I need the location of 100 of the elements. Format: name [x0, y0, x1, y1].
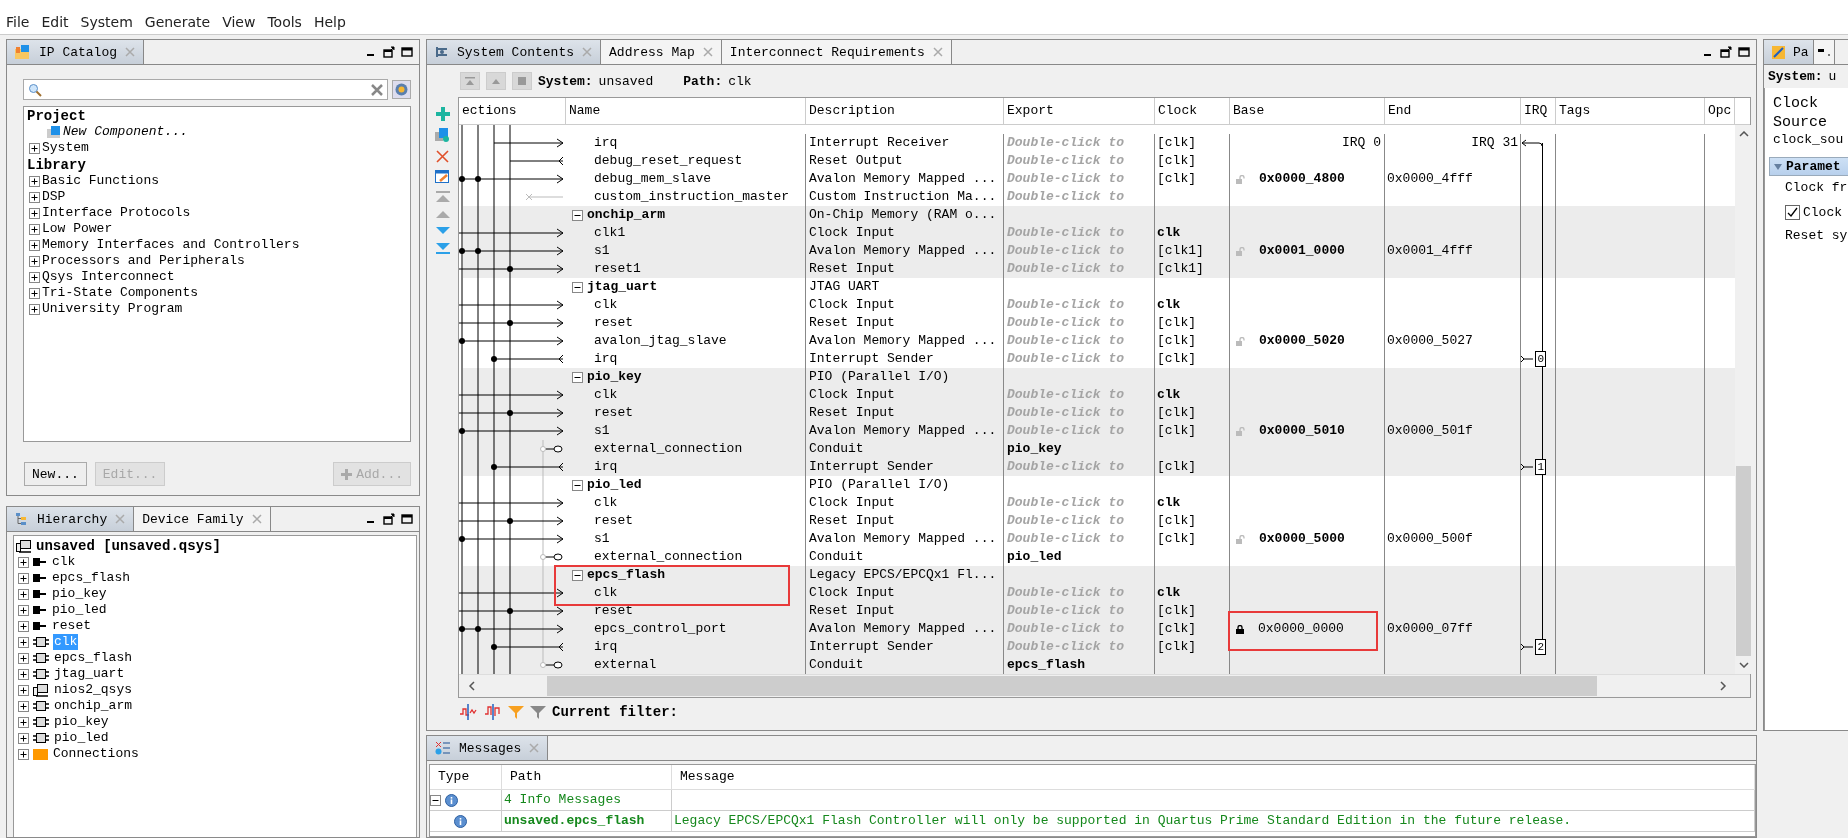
add-module-icon[interactable] — [435, 128, 450, 143]
export-name[interactable]: epcs_flash — [1007, 656, 1085, 674]
expand-icon[interactable] — [29, 175, 40, 187]
expand-icon[interactable] — [29, 142, 40, 154]
port-name[interactable]: external_connection — [594, 440, 743, 458]
tree-item[interactable]: pio_led — [51, 602, 108, 618]
irq-number[interactable]: 0 — [1535, 351, 1546, 367]
search-field[interactable] — [23, 79, 388, 100]
port-name[interactable]: debug_mem_slave — [594, 170, 712, 188]
scroll-up-icon[interactable] — [1738, 131, 1749, 137]
detach-icon[interactable] — [383, 46, 395, 58]
tree-item[interactable]: Processors and Peripherals — [42, 253, 245, 269]
clock-text[interactable]: [clk] — [1157, 314, 1196, 332]
port-name[interactable]: reset — [594, 314, 633, 332]
tree-item[interactable]: Basic Functions — [42, 173, 160, 189]
port-name[interactable]: irq — [594, 458, 618, 476]
port-name[interactable]: reset — [594, 602, 633, 620]
port-name[interactable]: reset1 — [594, 260, 641, 278]
expand-icon[interactable] — [29, 239, 40, 251]
expand-icon[interactable] — [29, 207, 40, 219]
expand-icon[interactable] — [18, 668, 29, 680]
expand-icon[interactable] — [18, 604, 29, 616]
port-name[interactable]: s1 — [594, 242, 610, 260]
panel-tab[interactable] — [1813, 40, 1835, 64]
column-header[interactable]: ections — [459, 98, 566, 124]
tree-item[interactable]: DSP — [42, 189, 66, 205]
column-header[interactable]: End — [1385, 98, 1521, 124]
delete-icon[interactable] — [436, 150, 449, 163]
signal-icon[interactable] — [484, 704, 502, 720]
panel-tab[interactable]: Address Map — [601, 40, 722, 64]
clock-text[interactable]: clk — [1157, 494, 1181, 512]
clock-text[interactable]: [clk1] — [1157, 242, 1204, 260]
column-header[interactable]: IRQ — [1521, 98, 1556, 124]
column-header[interactable]: Name — [566, 98, 806, 124]
tree-item[interactable]: pio_led — [53, 730, 110, 746]
export-name[interactable]: pio_led — [1007, 548, 1062, 566]
scroll-right-icon[interactable] — [1718, 681, 1728, 691]
port-name[interactable]: s1 — [594, 530, 610, 548]
panel-tab[interactable]: Hierarchy — [7, 507, 135, 531]
expand-icon[interactable] — [29, 191, 40, 203]
expand-icon[interactable] — [572, 209, 583, 221]
menu-item[interactable]: Tools — [265, 14, 304, 30]
base-address[interactable]: 0x0000_5000 — [1259, 530, 1345, 548]
clock-text[interactable]: [clk] — [1157, 620, 1196, 638]
move-down-icon[interactable] — [435, 226, 450, 235]
tree-item[interactable]: reset — [51, 618, 92, 634]
port-name[interactable]: epcs_control_port — [594, 620, 727, 638]
port-name[interactable]: external — [594, 656, 657, 674]
detach-icon[interactable] — [1720, 46, 1732, 58]
clock-text[interactable]: [clk] — [1157, 638, 1196, 656]
scroll-down-icon[interactable] — [1738, 662, 1749, 668]
menu-item[interactable]: Edit — [39, 14, 71, 30]
module-name[interactable]: pio_key — [587, 368, 642, 386]
port-name[interactable]: s1 — [594, 422, 610, 440]
tree-item[interactable]: nios2_qsys — [53, 682, 133, 698]
port-name[interactable]: irq — [594, 350, 618, 368]
tree-item[interactable]: New Component... — [63, 124, 188, 140]
column-header[interactable]: Tags — [1556, 98, 1705, 124]
clock-text[interactable]: [clk] — [1157, 332, 1196, 350]
expand-icon[interactable] — [18, 700, 29, 712]
clock-text[interactable]: [clk] — [1157, 458, 1196, 476]
lock-icon[interactable] — [1236, 624, 1244, 634]
clock-text[interactable]: clk — [1157, 224, 1181, 242]
clock-text[interactable]: [clk] — [1157, 170, 1196, 188]
irq-number[interactable]: 1 — [1535, 459, 1546, 475]
expand-icon[interactable] — [18, 732, 29, 744]
maximize-icon[interactable] — [401, 46, 413, 58]
column-header[interactable]: Base — [1230, 98, 1385, 124]
base-address[interactable]: 0x0000_5010 — [1259, 422, 1345, 440]
clock-text[interactable]: clk — [1157, 386, 1181, 404]
tree-item[interactable]: onchip_arm — [53, 698, 133, 714]
clock-text[interactable]: [clk] — [1157, 134, 1196, 152]
tree-item[interactable]: clk — [51, 554, 77, 570]
clock-text[interactable]: clk — [1157, 584, 1181, 602]
column-header[interactable]: Opc — [1705, 98, 1735, 124]
column-header[interactable]: Clock — [1155, 98, 1230, 124]
tree-item[interactable]: Interface Protocols — [42, 205, 191, 221]
clock-text[interactable]: clk — [1157, 296, 1181, 314]
clear-icon[interactable] — [371, 83, 383, 96]
detach-icon[interactable] — [383, 513, 395, 525]
panel-tab[interactable]: Interconnect Requirements — [721, 40, 952, 64]
catalog-tab[interactable]: IP Catalog — [7, 40, 144, 64]
section-header[interactable]: Paramet — [1769, 157, 1848, 176]
expand-icon[interactable] — [430, 794, 441, 806]
tree-item[interactable]: Memory Interfaces and Controllers — [42, 237, 300, 253]
port-name[interactable]: avalon_jtag_slave — [594, 332, 727, 350]
expand-icon[interactable] — [18, 716, 29, 728]
expand-icon[interactable] — [18, 748, 29, 760]
export-name[interactable]: pio_key — [1007, 440, 1062, 458]
tree-item[interactable]: Qsys Interconnect — [42, 269, 175, 285]
menu-item[interactable]: View — [220, 14, 258, 30]
column-header[interactable]: Description — [806, 98, 1004, 124]
port-name[interactable]: reset — [594, 512, 633, 530]
module-name[interactable]: onchip_arm — [587, 206, 665, 224]
clock-text[interactable]: [clk] — [1157, 602, 1196, 620]
panel-tab[interactable]: Pa — [1764, 40, 1814, 64]
expand-icon[interactable] — [572, 479, 583, 491]
panel-tab[interactable]: Device Family — [134, 507, 271, 531]
tree-item[interactable]: pio_key — [53, 714, 110, 730]
port-name[interactable]: debug_reset_request — [594, 152, 743, 170]
